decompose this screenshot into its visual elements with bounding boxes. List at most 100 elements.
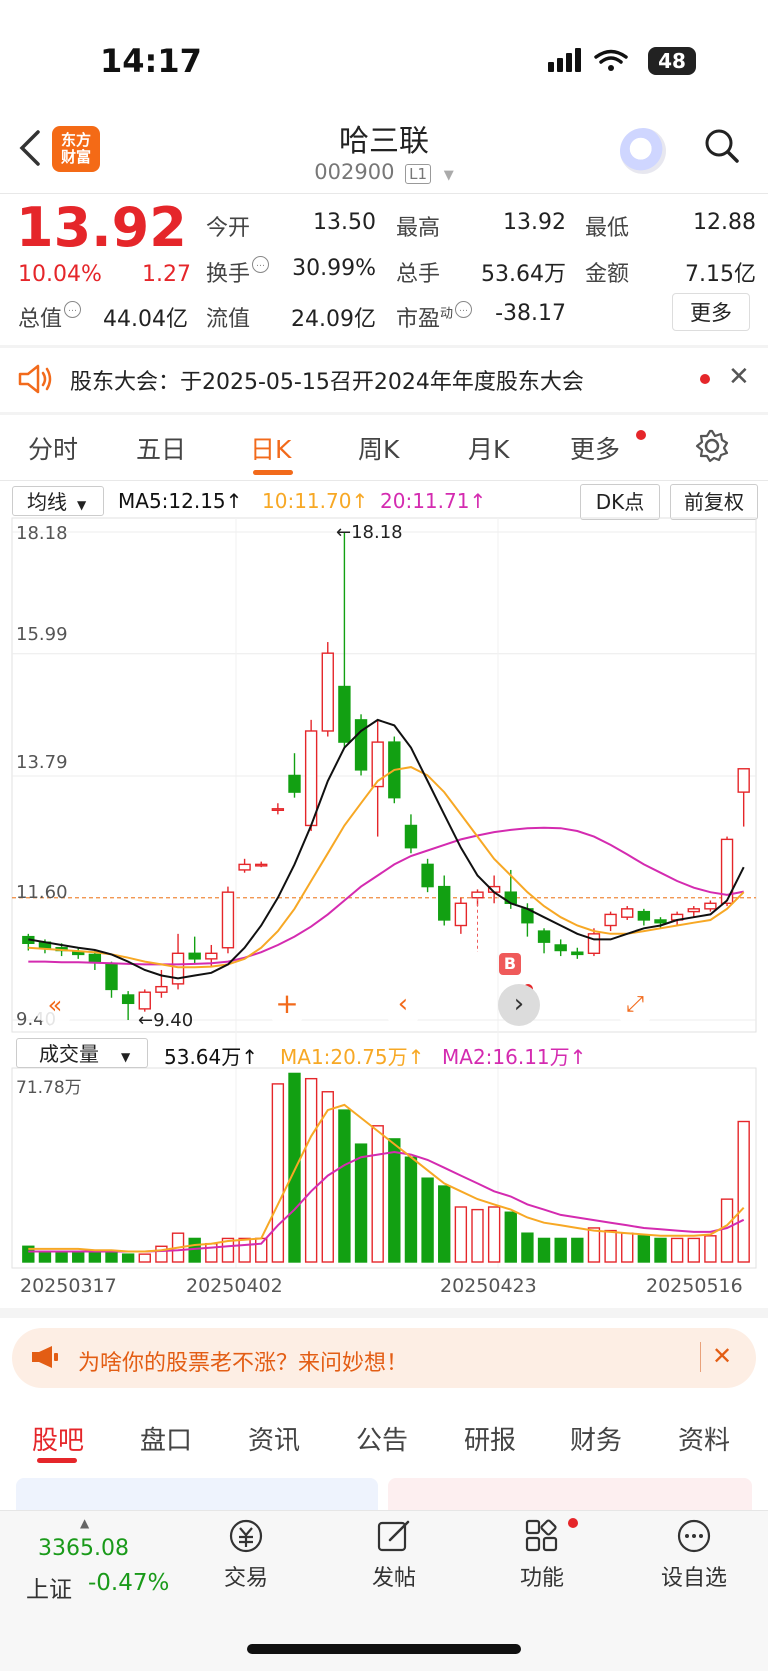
volume-bar xyxy=(38,1250,52,1263)
tab-financials[interactable]: 财务 xyxy=(570,1420,622,1457)
candle-body xyxy=(421,863,434,888)
dock-trade[interactable]: 交易 xyxy=(196,1516,296,1592)
volume-ma2-line xyxy=(28,1150,745,1253)
dock-trade-label: 交易 xyxy=(223,1566,268,1591)
ma10-line xyxy=(28,766,745,969)
volume-bar xyxy=(504,1211,517,1263)
volume-bar xyxy=(55,1250,68,1263)
candle-body xyxy=(304,730,318,827)
candle-body xyxy=(471,891,484,899)
index-change[interactable]: -0.47% xyxy=(88,1570,169,1596)
volume-bar xyxy=(421,1177,434,1263)
candle-body xyxy=(155,985,168,993)
index-value[interactable]: 3365.08 xyxy=(38,1536,129,1561)
candle-body xyxy=(404,824,418,849)
ma20-line xyxy=(28,826,744,966)
volume-bar xyxy=(454,1206,468,1263)
ma-lines xyxy=(28,718,745,980)
dock-add-watchlist[interactable]: 设自选 xyxy=(644,1516,744,1592)
volume-bar xyxy=(105,1250,118,1263)
candle-body xyxy=(138,991,151,1010)
scroll-left-fast-icon[interactable]: « xyxy=(34,984,76,1026)
volume-bar xyxy=(438,1185,451,1263)
zoom-in-icon[interactable]: + xyxy=(266,984,308,1026)
kline-chart[interactable] xyxy=(0,0,768,1300)
fullscreen-icon[interactable]: ⤢ xyxy=(614,984,656,1026)
candle-body xyxy=(537,930,551,943)
tab-research[interactable]: 研报 xyxy=(464,1420,516,1457)
edit-post-icon xyxy=(377,1520,410,1552)
section-gap xyxy=(0,1308,768,1318)
volume-bar xyxy=(537,1237,551,1263)
candle-body xyxy=(188,952,201,960)
volume-bar xyxy=(238,1237,251,1263)
candle-body xyxy=(205,952,218,960)
yuan-exchange-icon xyxy=(229,1519,263,1553)
candle-body xyxy=(438,885,451,921)
candle-body xyxy=(271,808,285,811)
volume-bar xyxy=(637,1235,651,1263)
volume-value: 53.64万↑ xyxy=(164,1045,259,1069)
candle-body xyxy=(105,963,118,991)
y-label-4: 11.60 xyxy=(16,882,68,903)
volume-bar xyxy=(720,1198,734,1263)
kline-frame xyxy=(11,517,757,1033)
candle-body xyxy=(221,891,235,949)
volume-ma1: MA1:20.75万↑ xyxy=(280,1045,425,1069)
volume-ma2: MA2:16.11万↑ xyxy=(442,1045,587,1069)
tab-profile[interactable]: 资料 xyxy=(678,1420,730,1457)
volume-bar xyxy=(338,1109,351,1263)
candle-body xyxy=(238,863,251,871)
tab-announcements[interactable]: 公告 xyxy=(356,1420,408,1457)
volume-bar xyxy=(554,1237,567,1263)
volume-indicator-select[interactable]: 成交量 ▼ xyxy=(16,1038,148,1068)
dock-functions[interactable]: 功能 xyxy=(492,1516,592,1592)
volume-bar xyxy=(354,1143,368,1263)
volume-bar xyxy=(404,1156,418,1263)
max-price-marker: ←18.18 xyxy=(336,522,403,543)
tab-forum[interactable]: 股吧 xyxy=(32,1420,84,1457)
candle-body xyxy=(621,908,634,918)
candle-body xyxy=(338,685,351,743)
scroll-left-icon[interactable]: ‹ xyxy=(382,984,424,1026)
kline-grid xyxy=(12,518,756,1268)
ma5-line xyxy=(28,718,745,980)
dock-functions-label: 功能 xyxy=(519,1566,564,1591)
volume-bar xyxy=(271,1083,285,1263)
dock-post[interactable]: 发帖 xyxy=(344,1516,444,1592)
volume-bar xyxy=(737,1120,750,1263)
y-label-3: 13.79 xyxy=(16,752,68,773)
ad-text[interactable]: 为啥你的股票老不涨？来问妙想！ xyxy=(78,1345,408,1377)
candle-body xyxy=(321,652,334,732)
grid-apps-icon xyxy=(525,1519,558,1552)
scroll-right-icon[interactable]: › xyxy=(498,984,540,1026)
volume-bar xyxy=(571,1237,584,1263)
home-indicator xyxy=(247,1644,521,1654)
min-price-marker: ←9.40 xyxy=(138,1010,194,1031)
candle-body xyxy=(72,951,85,956)
tab-news[interactable]: 资讯 xyxy=(248,1420,300,1457)
volume-bar xyxy=(521,1232,534,1263)
tab-orderbook[interactable]: 盘口 xyxy=(140,1420,192,1457)
dock-functions-dot xyxy=(568,1518,578,1528)
ad-close-icon[interactable]: ✕ xyxy=(712,1342,732,1370)
volume-bar xyxy=(604,1229,617,1263)
volume-bar xyxy=(188,1237,201,1263)
volume-bar xyxy=(304,1077,318,1263)
candle-body xyxy=(88,953,102,963)
active-bottom-tab-indicator xyxy=(37,1458,77,1463)
volume-bar xyxy=(621,1232,634,1263)
caret-up-icon: ▲ xyxy=(80,1516,90,1530)
dock-post-label: 发帖 xyxy=(371,1566,416,1591)
buy-signal-marker[interactable]: B xyxy=(499,953,521,975)
volume-bar xyxy=(121,1253,135,1263)
candle-body xyxy=(587,933,601,955)
x-date-3: 20250423 xyxy=(440,1275,537,1297)
candle-body xyxy=(288,774,301,793)
x-date-4: 20250516 xyxy=(646,1275,743,1297)
index-name[interactable]: 上证 xyxy=(26,1570,72,1604)
volume-bar xyxy=(255,1237,268,1263)
volume-max-label: 71.78万 xyxy=(16,1078,82,1098)
candle-body xyxy=(454,902,468,927)
volume-bar xyxy=(587,1227,601,1263)
